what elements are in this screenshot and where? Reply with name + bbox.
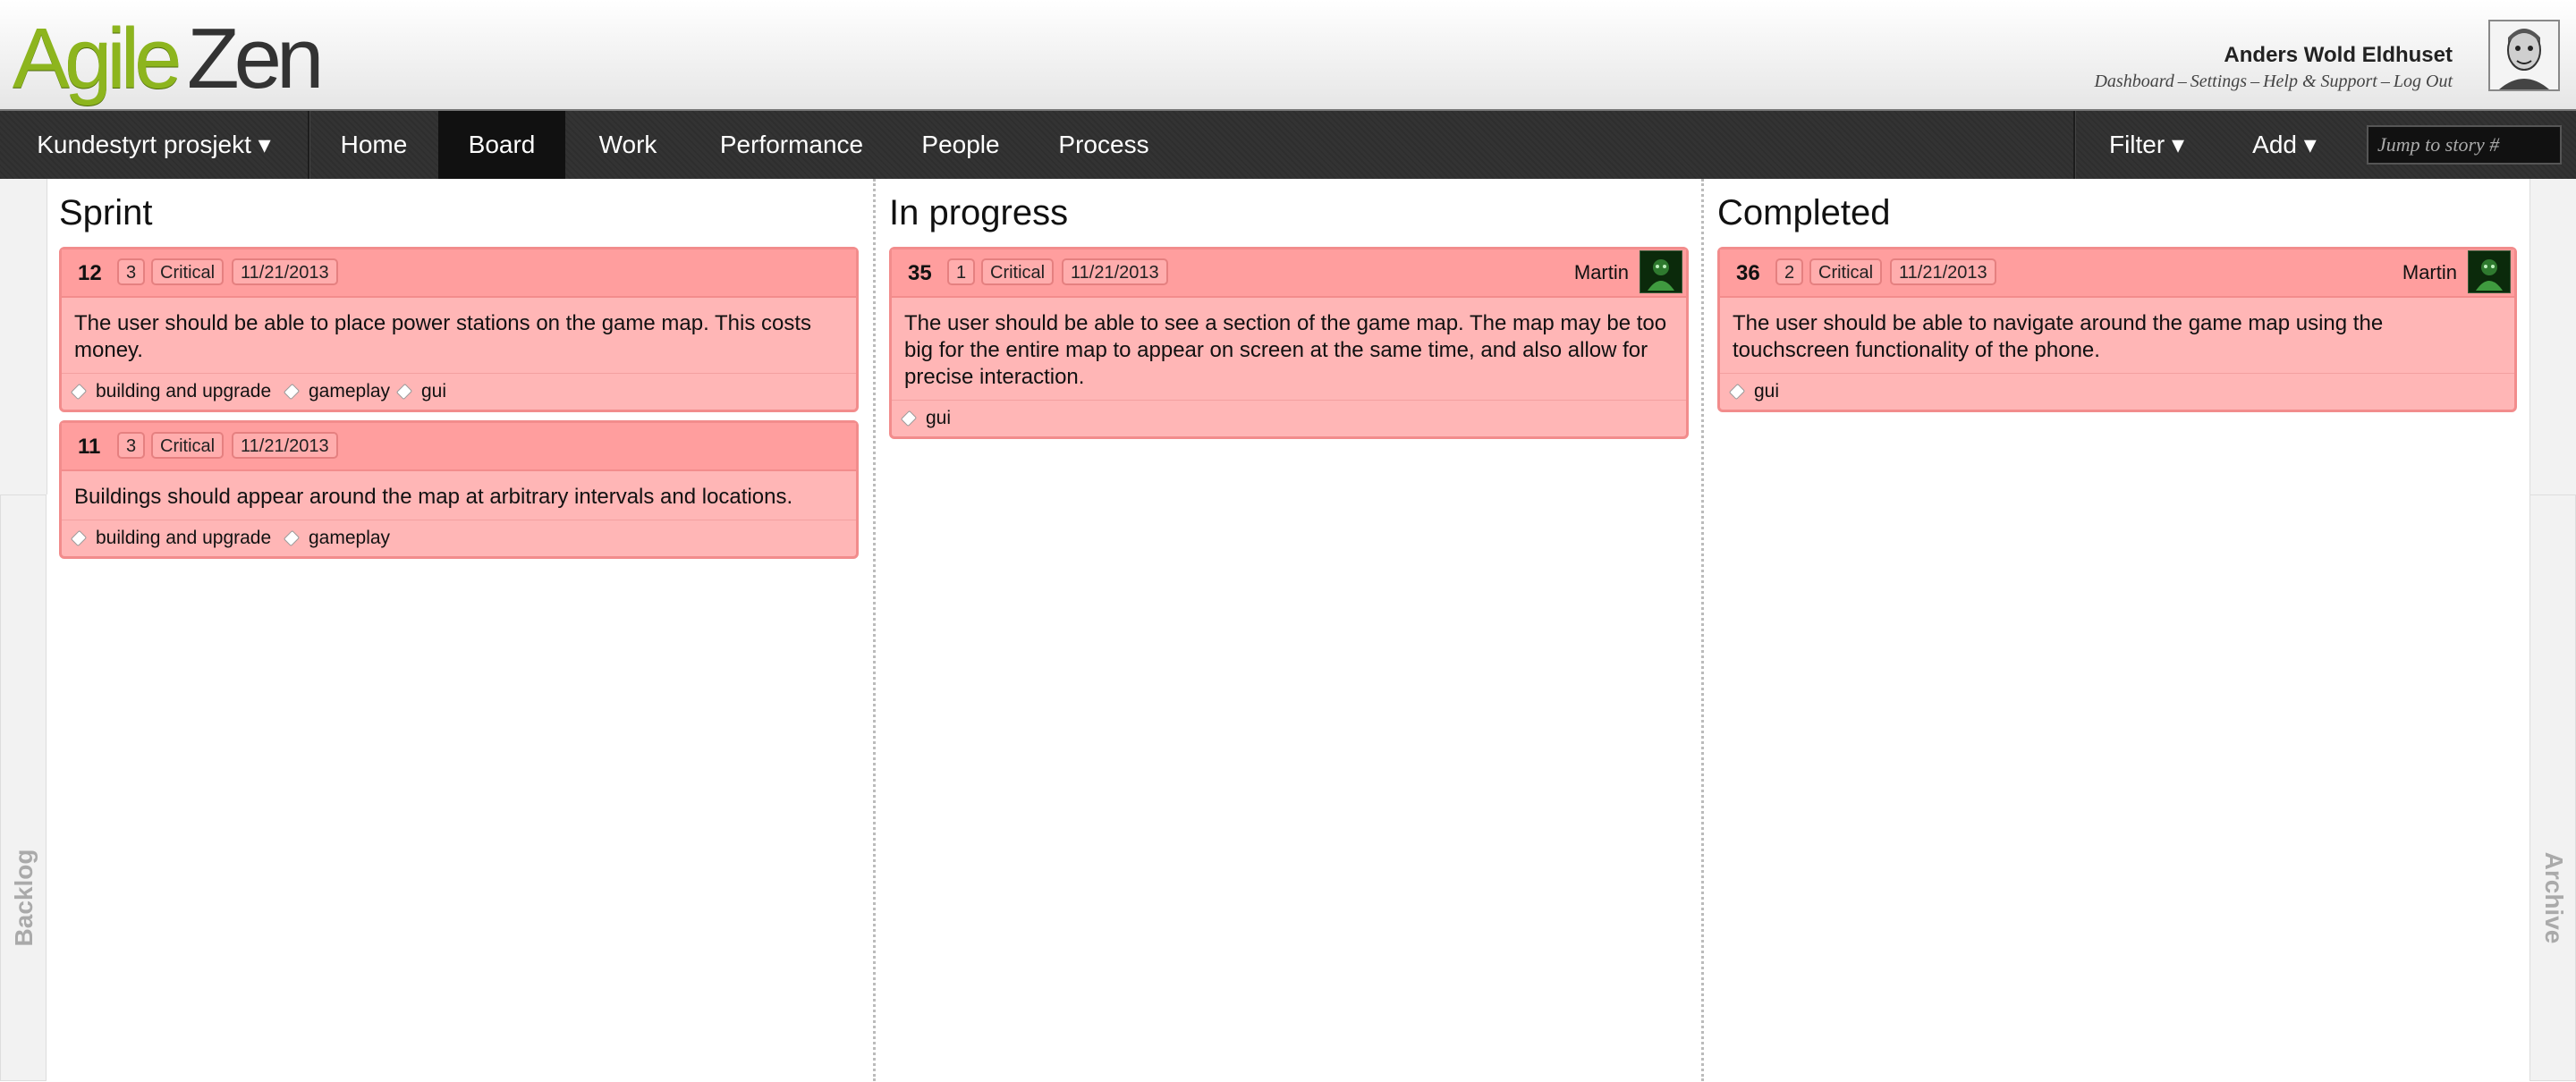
card-header: 36 2 Critical 11/21/2013 Martin [1720, 249, 2514, 298]
tag-icon [900, 410, 918, 427]
tag-label: gui [421, 381, 447, 402]
size-badge: 3 [117, 258, 146, 285]
nav-work[interactable]: Work [565, 111, 691, 179]
tag-icon [395, 384, 413, 401]
backlog-label-wrap: Backlog [1, 495, 47, 1082]
story-text: The user should be able to see a section… [904, 311, 1667, 389]
tag-item[interactable]: gui [900, 408, 952, 429]
tag-label: gui [1754, 381, 1780, 402]
tag-item[interactable]: building and upgrade [70, 381, 272, 402]
card-header: 35 1 Critical 11/21/2013 Martin [892, 249, 1686, 298]
tag-item[interactable]: gui [395, 381, 447, 402]
date-badge: 11/21/2013 [1890, 258, 1996, 285]
link-separator: – [2177, 72, 2187, 91]
tag-label: gameplay [309, 381, 391, 402]
owner-name: Martin [2402, 261, 2457, 283]
link-separator: – [2250, 72, 2260, 91]
logout-link[interactable]: Log Out [2394, 72, 2453, 91]
story-card[interactable]: 11 3 Critical 11/21/2013 Buildings shoul… [59, 420, 859, 559]
user-name: Anders Wold Eldhuset [2224, 43, 2453, 67]
story-number[interactable]: 36 [1736, 261, 1760, 286]
archive-tab[interactable]: Archive [2529, 495, 2576, 1081]
date-badge: 11/21/2013 [232, 432, 338, 459]
archive-edge [2529, 179, 2576, 495]
nav-home[interactable]: Home [309, 111, 438, 179]
column-title: Sprint [59, 193, 153, 232]
tag-label: gui [926, 408, 952, 428]
filter-button[interactable]: Filter ▾ [2077, 111, 2216, 179]
tag-icon [70, 384, 88, 401]
column-divider [873, 179, 876, 1081]
card-header: 12 3 Critical 11/21/2013 [62, 249, 856, 298]
settings-link[interactable]: Settings [2190, 72, 2247, 91]
story-number[interactable]: 11 [78, 435, 100, 460]
owner-avatar-icon [2469, 251, 2510, 292]
project-selector[interactable]: Kundestyrt prosjekt ▾ [0, 111, 308, 179]
tag-list: building and upgrade gameplay gui [62, 373, 856, 410]
size-badge: 3 [117, 432, 146, 459]
jump-to-story-input[interactable] [2367, 125, 2562, 165]
backlog-tab[interactable]: Backlog [0, 495, 47, 1081]
owner-avatar-icon [1640, 251, 1682, 292]
tag-list: building and upgrade gameplay [62, 520, 856, 556]
logo-agile-text: Agile [13, 11, 182, 106]
backlog-label: Backlog [10, 849, 38, 947]
priority-badge: Critical [981, 258, 1055, 285]
column-title: Completed [1717, 193, 1891, 232]
story-card[interactable]: 35 1 Critical 11/21/2013 Martin The user… [889, 247, 1689, 439]
tag-label: building and upgrade [96, 528, 272, 548]
add-button[interactable]: Add ▾ [2218, 111, 2351, 179]
nav-process[interactable]: Process [1029, 111, 1179, 179]
story-number[interactable]: 12 [78, 261, 102, 286]
tag-item[interactable]: gameplay [283, 528, 391, 549]
tag-item[interactable]: building and upgrade [70, 528, 272, 549]
tag-icon [283, 530, 301, 547]
date-badge: 11/21/2013 [1062, 258, 1168, 285]
link-separator: – [2380, 72, 2390, 91]
logo-zen-text: Zen [187, 11, 324, 106]
backlog-edge [0, 179, 47, 495]
dashboard-link[interactable]: Dashboard [2094, 72, 2174, 91]
date-badge: 11/21/2013 [232, 258, 338, 285]
priority-badge: Critical [1809, 258, 1883, 285]
tag-list: gui [1720, 373, 2514, 410]
archive-label: Archive [2540, 851, 2568, 944]
size-badge: 1 [947, 258, 976, 285]
owner-avatar[interactable] [2468, 250, 2511, 293]
priority-badge: Critical [151, 258, 225, 285]
story-card[interactable]: 36 2 Critical 11/21/2013 Martin The user… [1717, 247, 2517, 412]
user-avatar-icon [2490, 21, 2558, 89]
user-avatar[interactable] [2488, 20, 2560, 91]
owner-avatar[interactable] [1640, 250, 1682, 293]
tag-item[interactable]: gameplay [283, 381, 391, 402]
size-badge: 2 [1775, 258, 1804, 285]
tag-label: building and upgrade [96, 381, 272, 402]
archive-label-wrap: Archive [2530, 495, 2576, 1082]
nav-performance[interactable]: Performance [691, 111, 893, 179]
app-header: Agile Zen Anders Wold Eldhuset Dashboard… [0, 0, 2576, 109]
story-text: Buildings should appear around the map a… [74, 485, 793, 509]
priority-badge: Critical [151, 432, 225, 459]
owner-name: Martin [1573, 261, 1629, 283]
card-header: 11 3 Critical 11/21/2013 [62, 423, 856, 471]
story-card[interactable]: 12 3 Critical 11/21/2013 The user should… [59, 247, 859, 412]
nav-people[interactable]: People [893, 111, 1029, 179]
help-support-link[interactable]: Help & Support [2263, 72, 2377, 91]
tag-list: gui [892, 400, 1686, 436]
tag-label: gameplay [309, 528, 391, 548]
column-title: In progress [889, 193, 1069, 232]
nav-board[interactable]: Board [438, 111, 565, 179]
main-nav: Kundestyrt prosjekt ▾ Home Board Work Pe… [0, 109, 2576, 179]
column-divider [1701, 179, 1704, 1081]
user-links: Dashboard – Settings – Help & Support – Log Ou… [2094, 72, 2453, 92]
tag-icon [283, 384, 301, 401]
story-number[interactable]: 35 [908, 261, 932, 286]
tag-icon [70, 530, 88, 547]
story-text: The user should be able to navigate arou… [1733, 311, 2384, 362]
tag-icon [1728, 384, 1746, 401]
nav-divider [2073, 111, 2076, 179]
story-text: The user should be able to place power s… [74, 311, 812, 362]
tag-item[interactable]: gui [1728, 381, 1780, 402]
